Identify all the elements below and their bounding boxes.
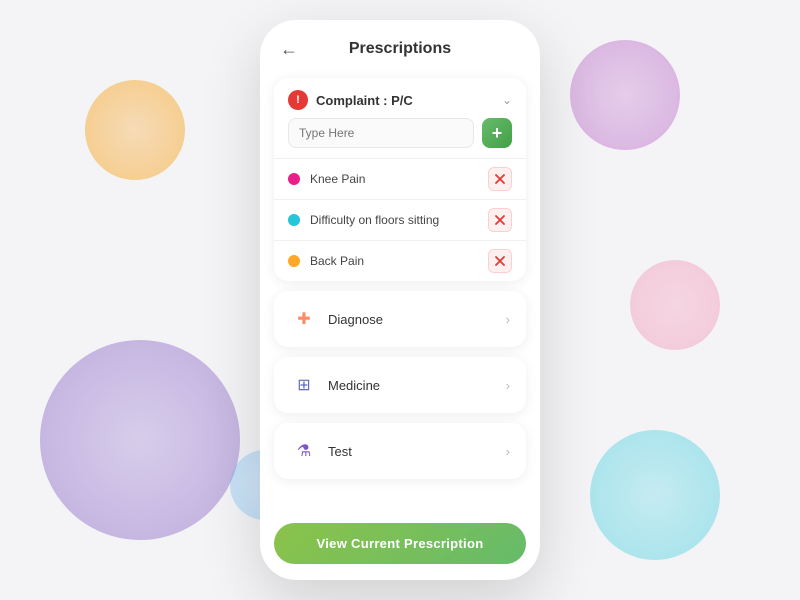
medicine-icon: ⊞ xyxy=(290,371,318,399)
test-icon: ⚗ xyxy=(290,437,318,465)
complaint-item-knee-pain: Knee Pain xyxy=(274,158,526,199)
blob-pink xyxy=(630,260,720,350)
diagnose-section[interactable]: ✚ Diagnose › xyxy=(274,291,526,347)
add-complaint-button[interactable]: + xyxy=(482,118,512,148)
blob-purple-top xyxy=(570,40,680,150)
complaint-item-back-pain: Back Pain xyxy=(274,240,526,281)
phone-frame: ← Prescriptions ! Complaint : P/C ⌄ + xyxy=(260,20,540,580)
blob-teal xyxy=(590,430,720,560)
test-label: Test xyxy=(328,444,352,459)
view-prescription-button[interactable]: View Current Prescription xyxy=(274,523,526,564)
blob-orange xyxy=(85,80,185,180)
page-title: Prescriptions xyxy=(349,40,451,58)
test-chevron-right-icon: › xyxy=(506,444,510,459)
phone-content: ! Complaint : P/C ⌄ + Knee Pain xyxy=(260,70,540,513)
medicine-chevron-right-icon: › xyxy=(506,378,510,393)
back-button[interactable]: ← xyxy=(280,39,298,60)
medicine-label: Medicine xyxy=(328,378,380,393)
diagnose-label: Diagnose xyxy=(328,312,383,327)
difficulty-label: Difficulty on floors sitting xyxy=(310,213,439,227)
difficulty-dot xyxy=(288,214,300,226)
medicine-section[interactable]: ⊞ Medicine › xyxy=(274,357,526,413)
complaint-label: Complaint : P/C xyxy=(316,93,413,108)
complaint-card: ! Complaint : P/C ⌄ + Knee Pain xyxy=(274,78,526,281)
knee-pain-label: Knee Pain xyxy=(310,172,365,186)
knee-pain-dot xyxy=(288,173,300,185)
remove-knee-pain-button[interactable] xyxy=(488,167,512,191)
diagnose-icon: ✚ xyxy=(290,305,318,333)
complaint-chevron-down-icon[interactable]: ⌄ xyxy=(502,93,512,107)
complaint-input-row: + xyxy=(274,118,526,158)
diagnose-chevron-right-icon: › xyxy=(506,312,510,327)
blob-purple-large xyxy=(40,340,240,540)
test-section[interactable]: ⚗ Test › xyxy=(274,423,526,479)
remove-difficulty-button[interactable] xyxy=(488,208,512,232)
remove-back-pain-button[interactable] xyxy=(488,249,512,273)
complaint-item-difficulty: Difficulty on floors sitting xyxy=(274,199,526,240)
complaint-header: ! Complaint : P/C ⌄ xyxy=(274,78,526,118)
back-pain-dot xyxy=(288,255,300,267)
complaint-type-input[interactable] xyxy=(288,118,474,148)
complaint-icon: ! xyxy=(288,90,308,110)
back-pain-label: Back Pain xyxy=(310,254,364,268)
phone-header: ← Prescriptions xyxy=(260,20,540,70)
bottom-btn-container: View Current Prescription xyxy=(260,513,540,580)
